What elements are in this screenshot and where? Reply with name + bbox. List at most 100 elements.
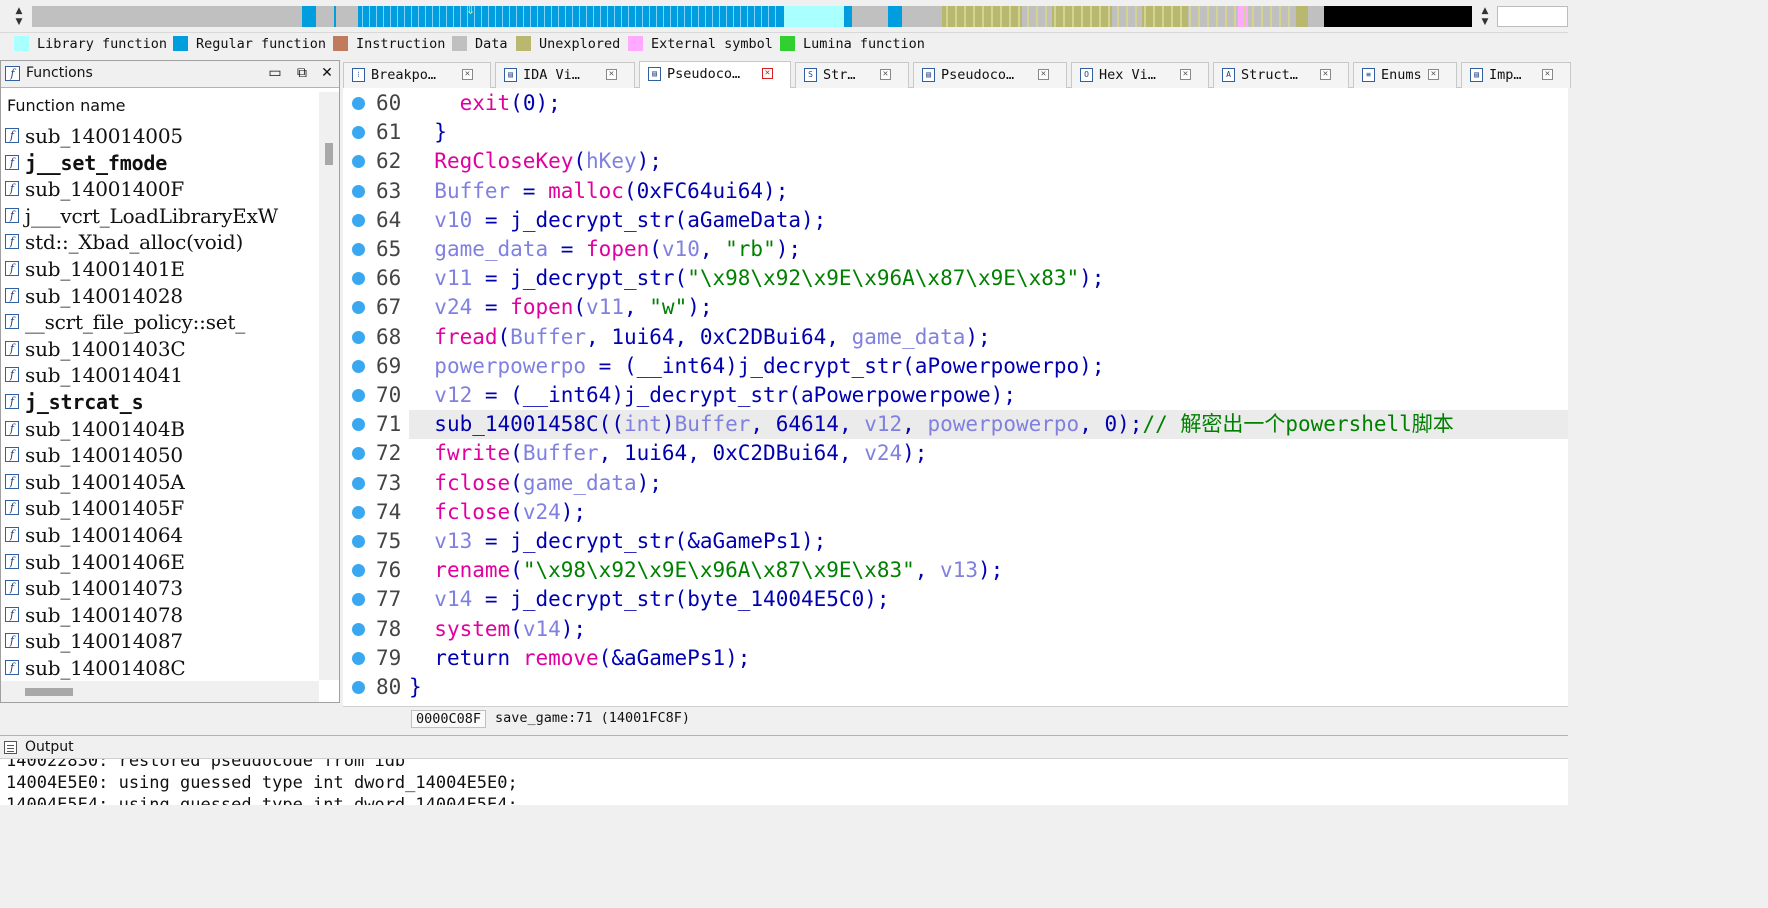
function-list[interactable]: f sub_140014005 f j__set_fmode f sub_14001400… [1,123,319,681]
pseudocode-view[interactable]: 60 61 62 63 64 65 66 67 68 69 70 71 72 73 74 75 76 77 78 79… [343,88,1568,706]
scrollbar-thumb[interactable] [25,688,73,696]
function-list-item[interactable]: f sub_14001405F [1,495,319,522]
function-list-item[interactable]: f sub_140014087 [1,628,319,655]
function-list-item[interactable]: f sub_14001401E [1,256,319,283]
nav-scroll-right-icon[interactable]: ▲ ▼ [1478,6,1492,28]
tab-pseudoco[interactable]: ▤ Pseudoco… ✕ [639,61,791,88]
pseudocode-text[interactable]: exit(0); } RegCloseKey(hKey); Buffer = m… [409,88,1568,706]
breakpoint-dot-icon[interactable] [352,330,365,344]
function-list-item[interactable]: f sub_140014041 [1,362,319,389]
function-list-item[interactable]: f sub_140014028 [1,283,319,310]
function-list-item[interactable]: f sub_140014073 [1,575,319,602]
code-line[interactable]: v14 = j_decrypt_str(byte_14004E5C0); [409,585,1568,614]
code-line[interactable]: } [409,673,1568,702]
nav-scroll-left-icon[interactable]: ▲ ▼ [12,6,26,28]
output-window[interactable]: 140022830: restored pseudocode from idb 1… [0,759,1568,805]
tab-idavi[interactable]: ▤ IDA Vi… ✕ [495,62,635,88]
tab-close-icon[interactable]: ✕ [880,69,891,80]
tab-imp[interactable]: ▤ Imp… ✕ [1461,62,1571,88]
breakpoint-dot-icon[interactable] [352,155,365,169]
code-line[interactable]: return remove(&aGamePs1); [409,644,1568,673]
function-list-horizontal-scrollbar[interactable] [1,681,319,702]
scrollbar-thumb[interactable] [325,143,333,165]
code-line[interactable]: v24 = fopen(v11, "w"); [409,293,1568,322]
tab-struct[interactable]: A Struct… ✕ [1213,62,1349,88]
function-list-item[interactable]: f sub_14001405A [1,469,319,496]
code-line[interactable]: } [409,118,1568,147]
function-list-item[interactable]: f sub_14001404B [1,416,319,443]
function-list-item[interactable]: f sub_14001406E [1,549,319,576]
tab-str[interactable]: S Str… ✕ [795,62,909,88]
breakpoint-dot-icon[interactable] [352,272,365,286]
tab-enums[interactable]: ≡ Enums ✕ [1353,62,1457,88]
function-list-item[interactable]: f j___vcrt_LoadLibraryExW [1,203,319,230]
function-list-item[interactable]: f sub_14001400F [1,176,319,203]
function-list-item[interactable]: f sub_140014078 [1,602,319,629]
gutter-line: 75 [343,527,409,556]
function-list-item[interactable]: f sub_14001403C [1,336,319,363]
breakpoint-dot-icon[interactable] [352,184,365,198]
code-line[interactable]: system(v14); [409,615,1568,644]
breakpoint-dot-icon[interactable] [352,622,365,636]
tab-hexvi[interactable]: O Hex Vi… ✕ [1071,62,1209,88]
breakpoint-dot-icon[interactable] [352,301,365,315]
tab-close-icon[interactable]: ✕ [762,68,773,79]
code-line[interactable]: fwrite(Buffer, 1ui64, 0xC2DBui64, v24); [409,439,1568,468]
function-list-item[interactable]: f sub_140014050 [1,442,319,469]
breakpoint-dot-icon[interactable] [352,564,365,578]
code-line[interactable]: v12 = (__int64)j_decrypt_str(aPowerpower… [409,381,1568,410]
code-line[interactable]: v10 = j_decrypt_str(aGameData); [409,206,1568,235]
code-line[interactable]: exit(0); [409,89,1568,118]
tab-close-icon[interactable]: ✕ [462,69,473,80]
tab-close-icon[interactable]: ✕ [1180,69,1191,80]
code-line[interactable]: v13 = j_decrypt_str(&aGamePs1); [409,527,1568,556]
code-line[interactable]: sub_14001458C((int)Buffer, 64614, v12, p… [409,410,1568,440]
nav-address-field[interactable] [1497,6,1568,27]
navigation-strip[interactable] [32,6,1472,27]
navigation-band[interactable]: ▲ ▼ ⇓ ▲ ▼ [0,0,1568,33]
breakpoint-dot-icon[interactable] [352,213,365,227]
column-header-function-name[interactable]: Function name [1,92,319,119]
breakpoint-dot-icon[interactable] [352,476,365,490]
code-line[interactable]: fread(Buffer, 1ui64, 0xC2DBui64, game_da… [409,323,1568,352]
breakpoint-dot-icon[interactable] [352,359,365,373]
tab-close-icon[interactable]: ✕ [606,69,617,80]
function-list-item[interactable]: f __scrt_file_policy::set_ [1,309,319,336]
tab-breakpo[interactable]: ⁝ Breakpo… ✕ [343,62,491,88]
function-list-item[interactable]: f std::_Xbad_alloc(void) [1,229,319,256]
function-list-vertical-scrollbar[interactable] [319,92,339,680]
tab-close-icon[interactable]: ✕ [1038,69,1049,80]
tab-pseudoco[interactable]: ▤ Pseudoco… ✕ [913,62,1067,88]
breakpoint-dot-icon[interactable] [352,97,365,110]
function-list-item[interactable]: f j__set_fmode [1,150,319,177]
function-list-item[interactable]: f sub_140014005 [1,123,319,150]
breakpoint-dot-icon[interactable] [352,505,365,519]
code-line[interactable]: fclose(game_data); [409,469,1568,498]
gutter-line: 63 [343,177,409,206]
function-list-item[interactable]: f j_strcat_s [1,389,319,416]
tab-close-icon[interactable]: ✕ [1320,69,1331,80]
function-list-item[interactable]: f sub_14001408C [1,655,319,681]
minimize-icon[interactable]: ▭ [266,64,284,83]
code-line[interactable]: powerpowerpo = (__int64)j_decrypt_str(aP… [409,352,1568,381]
breakpoint-dot-icon[interactable] [352,681,365,694]
close-icon[interactable]: ✕ [318,64,336,83]
tab-close-icon[interactable]: ✕ [1428,69,1439,80]
breakpoint-dot-icon[interactable] [352,535,365,548]
tab-close-icon[interactable]: ✕ [1542,69,1553,80]
breakpoint-dot-icon[interactable] [352,126,365,140]
breakpoint-dot-icon[interactable] [352,651,365,665]
code-line[interactable]: RegCloseKey(hKey); [409,147,1568,176]
code-line[interactable]: fclose(v24); [409,498,1568,527]
function-list-item[interactable]: f sub_140014064 [1,522,319,549]
breakpoint-dot-icon[interactable] [352,243,365,256]
code-line[interactable]: game_data = fopen(v10, "rb"); [409,235,1568,264]
code-line[interactable]: rename("\x98\x92\x9E\x96A\x87\x9E\x83", … [409,556,1568,585]
breakpoint-dot-icon[interactable] [352,593,365,607]
breakpoint-dot-icon[interactable] [352,389,365,402]
breakpoint-dot-icon[interactable] [352,418,365,432]
code-line[interactable]: v11 = j_decrypt_str("\x98\x92\x9E\x96A\x… [409,264,1568,293]
breakpoint-dot-icon[interactable] [352,447,365,461]
restore-icon[interactable]: ⧉ [293,64,311,83]
code-line[interactable]: Buffer = malloc(0xFC64ui64); [409,177,1568,206]
